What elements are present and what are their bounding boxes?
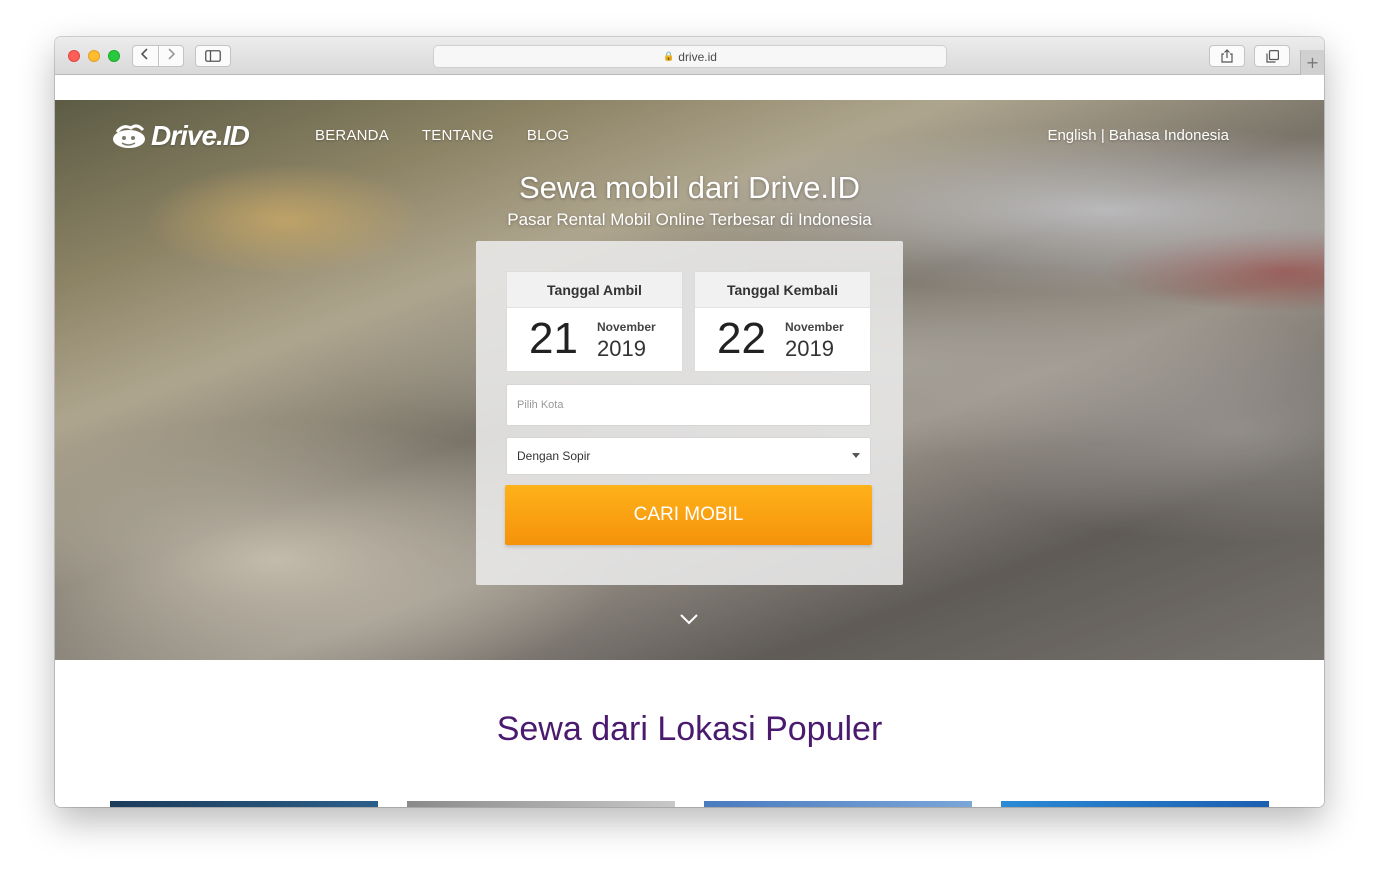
browser-titlebar: 🔒 drive.id +	[55, 37, 1324, 75]
location-card[interactable]	[110, 801, 378, 807]
pickup-date-value: 21 November 2019	[507, 308, 682, 372]
close-window-button[interactable]	[68, 50, 80, 62]
nav-tentang[interactable]: TENTANG	[422, 127, 494, 144]
pickup-date-label: Tanggal Ambil	[507, 272, 682, 308]
return-date-label: Tanggal Kembali	[695, 272, 870, 308]
pickup-day: 21	[529, 314, 578, 363]
main-nav: BERANDA TENTANG BLOG	[315, 127, 569, 144]
lock-icon: 🔒	[663, 51, 675, 61]
popular-locations-title: Sewa dari Lokasi Populer	[496, 710, 883, 748]
forward-button[interactable]	[159, 46, 184, 66]
nav-blog[interactable]: BLOG	[527, 127, 569, 144]
hero-subtitle: Pasar Rental Mobil Online Terbesar di In…	[507, 210, 872, 229]
hero-title: Sewa mobil dari Drive.ID	[518, 170, 861, 205]
address-bar[interactable]: 🔒 drive.id	[433, 45, 947, 68]
location-card[interactable]	[407, 801, 675, 807]
return-month: November	[785, 320, 844, 334]
page-viewport: Drive.ID BERANDA TENTANG BLOG English | …	[55, 75, 1324, 807]
lang-separator: |	[1096, 127, 1109, 144]
location-card[interactable]	[1001, 801, 1269, 807]
lang-english[interactable]: English	[1047, 127, 1096, 144]
browser-window: 🔒 drive.id + Drive.ID BERANDA TENTANG BL…	[55, 37, 1324, 807]
search-card: Tanggal Ambil 21 November 2019 Tanggal K…	[476, 241, 903, 585]
return-date-picker[interactable]: Tanggal Kembali 22 November 2019	[694, 271, 871, 372]
lang-indonesia[interactable]: Bahasa Indonesia	[1109, 127, 1229, 144]
tabs-icon	[1265, 49, 1279, 63]
return-date-value: 22 November 2019	[695, 308, 870, 372]
search-car-button[interactable]: CARI MOBIL	[505, 485, 872, 545]
chevron-left-icon	[141, 48, 148, 60]
back-button[interactable]	[133, 46, 159, 66]
minimize-window-button[interactable]	[88, 50, 100, 62]
address-text: drive.id	[678, 49, 717, 64]
return-year: 2019	[785, 336, 834, 361]
sidebar-icon	[205, 50, 221, 62]
location-card[interactable]	[704, 801, 972, 807]
hero-banner: Drive.ID BERANDA TENTANG BLOG English | …	[55, 100, 1324, 660]
nav-beranda[interactable]: BERANDA	[315, 127, 389, 144]
pickup-year: 2019	[597, 336, 646, 361]
driver-select-value: Dengan Sopir	[517, 449, 591, 463]
return-day: 22	[717, 314, 766, 363]
share-button[interactable]	[1209, 45, 1245, 67]
pickup-date-picker[interactable]: Tanggal Ambil 21 November 2019	[506, 271, 683, 372]
logo-text: Drive.ID	[151, 120, 250, 151]
history-nav	[132, 45, 184, 67]
chevron-right-icon	[168, 48, 175, 60]
chevron-down-icon[interactable]	[678, 612, 700, 626]
city-input[interactable]	[506, 384, 871, 426]
mascot-icon	[113, 124, 145, 148]
language-switcher: English | Bahasa Indonesia	[1047, 127, 1229, 144]
driver-select[interactable]: Dengan Sopir	[506, 437, 871, 475]
caret-down-icon	[852, 453, 860, 458]
zoom-window-button[interactable]	[108, 50, 120, 62]
new-tab-button[interactable]: +	[1300, 50, 1324, 75]
share-icon	[1221, 49, 1233, 63]
site-logo[interactable]: Drive.ID	[109, 118, 250, 154]
sidebar-button[interactable]	[195, 45, 231, 67]
pickup-month: November	[597, 320, 656, 334]
tabs-overview-button[interactable]	[1254, 45, 1290, 67]
